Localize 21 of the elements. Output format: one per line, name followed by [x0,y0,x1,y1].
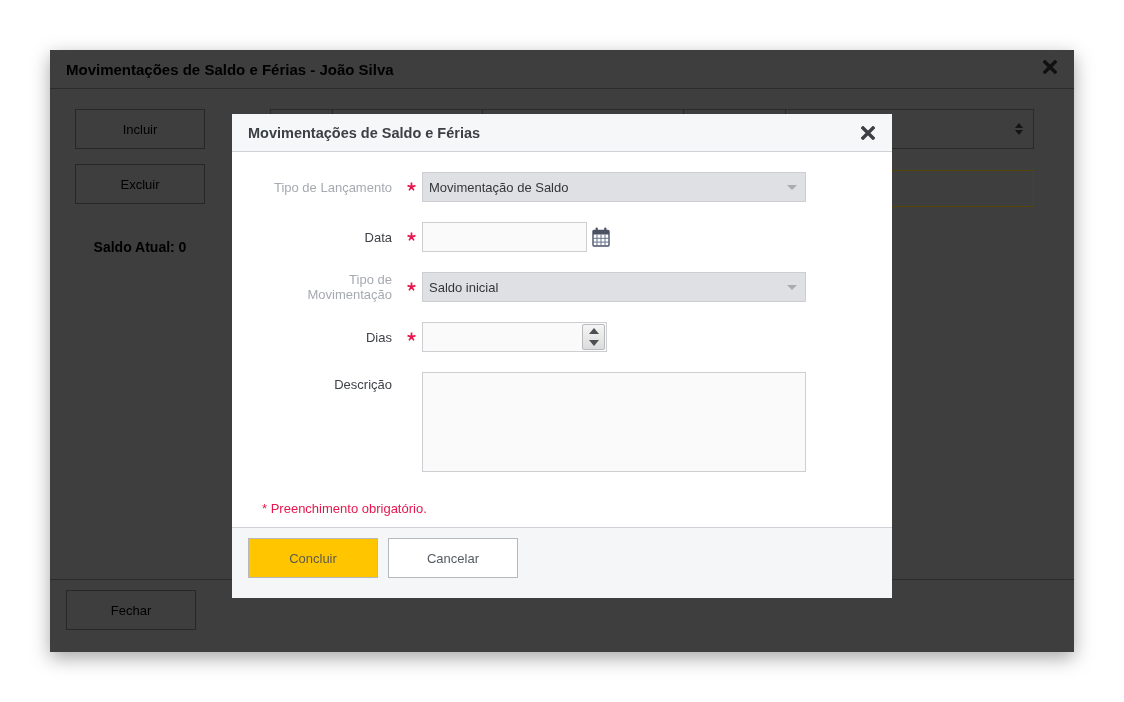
required-note: * Preenchimento obrigatório. [262,501,428,517]
balance-label: Saldo Atual: 0 [93,239,187,255]
sort-icon[interactable] [1015,123,1023,135]
caret-icon [787,184,797,190]
up-caret-icon [588,328,599,334]
down-caret-icon [588,340,599,346]
modal-title: Movimentações de Saldo e Férias [248,124,482,141]
close-icon[interactable] [861,125,875,140]
field-label: Descrição [333,376,392,392]
field-label: Dias [365,329,392,345]
submit-button[interactable]: Concluir [248,538,378,578]
cancel-button[interactable]: Cancelar [388,538,518,578]
field-label: Tipo de Movimentação [306,272,392,302]
window-title: Movimentações de Saldo e Férias - João Silva [66,60,395,78]
calendar-icon[interactable] [592,227,610,247]
description-field[interactable] [422,372,806,472]
number-field[interactable] [422,322,607,352]
caret-icon [787,284,797,290]
date-field[interactable] [422,222,587,252]
field-label: Tipo de Lançamento [272,179,392,195]
field-label: Data [363,229,392,245]
